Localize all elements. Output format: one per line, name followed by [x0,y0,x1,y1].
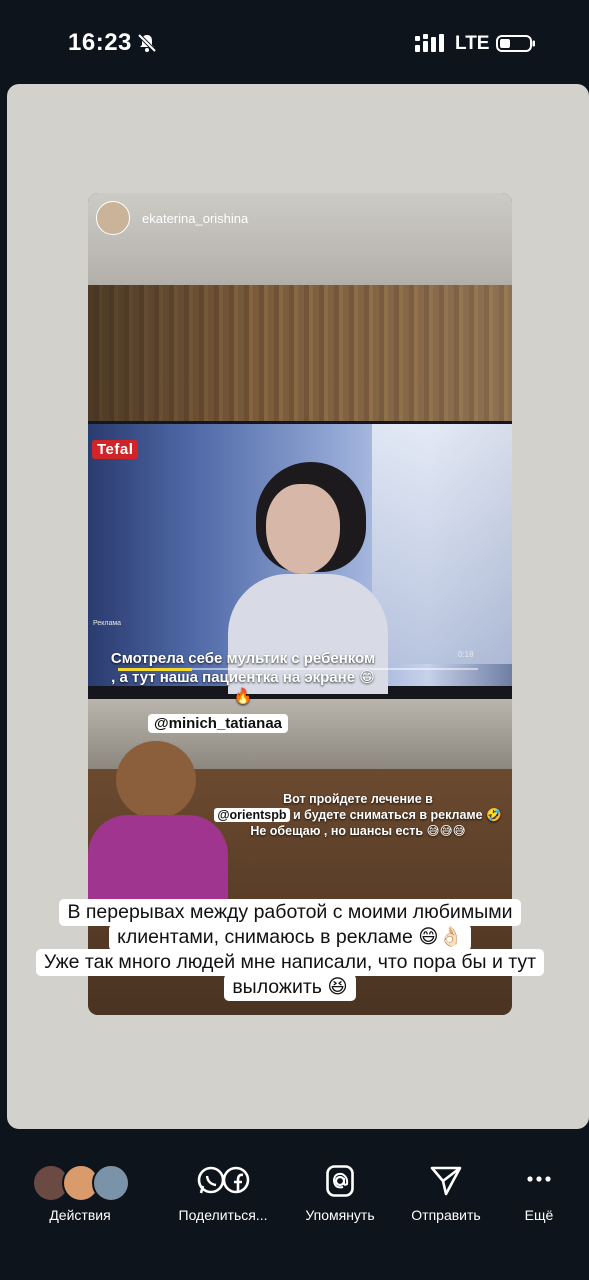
story-text-sticker-2: Вот пройдете лечение в @orientspb и буде… [208,791,508,839]
story-card[interactable]: Tefal Реклама 0:18 Смотрела себе мультик… [7,84,589,1129]
mention-icon [326,1165,354,1197]
battery-icon [496,35,536,52]
caption-line: Уже так много людей мне написали, что по… [35,949,545,976]
status-time: 16:23 [68,29,132,56]
network-type: LTE [455,33,490,54]
tv-time: 0:18 [458,650,474,659]
signal-icon [415,34,445,52]
mention-sticker-2[interactable]: @orientspb [214,808,290,822]
more-icon [527,1175,551,1183]
author-avatar[interactable] [96,201,130,235]
tv-brand-logo: Tefal [92,440,139,459]
caption-line: В перерывах между работой с моими любимы… [59,899,521,926]
mention-sticker[interactable]: @minich_tatianaa [148,714,288,733]
viewer-avatar [92,1164,130,1202]
story-text-sticker: Смотрела себе мультик с ребенком , а тут… [110,650,376,705]
story-author[interactable]: ekaterina_orishina [96,201,248,235]
author-username[interactable]: ekaterina_orishina [142,211,248,226]
tv-screen: Tefal Реклама 0:18 [88,424,512,694]
whatsapp-facebook-icon [196,1165,252,1197]
caption-line: выложить 😆 [224,974,356,1001]
caption-line: клиентами, снимаюсь в рекламе 😄👌🏻 [109,924,471,951]
tv-woman-face [266,484,340,574]
viewers-avatars[interactable] [32,1164,130,1202]
send-icon [430,1165,462,1197]
silent-bell-icon [136,32,158,54]
tv-ad-label: Реклама [93,620,122,627]
story-caption: В перерывах между работой с моими любимы… [25,899,555,1001]
reposted-story[interactable]: Tefal Реклама 0:18 Смотрела себе мультик… [88,193,512,1015]
status-bar: 16:23 LTE [0,0,589,88]
scene-child-head [116,741,196,819]
